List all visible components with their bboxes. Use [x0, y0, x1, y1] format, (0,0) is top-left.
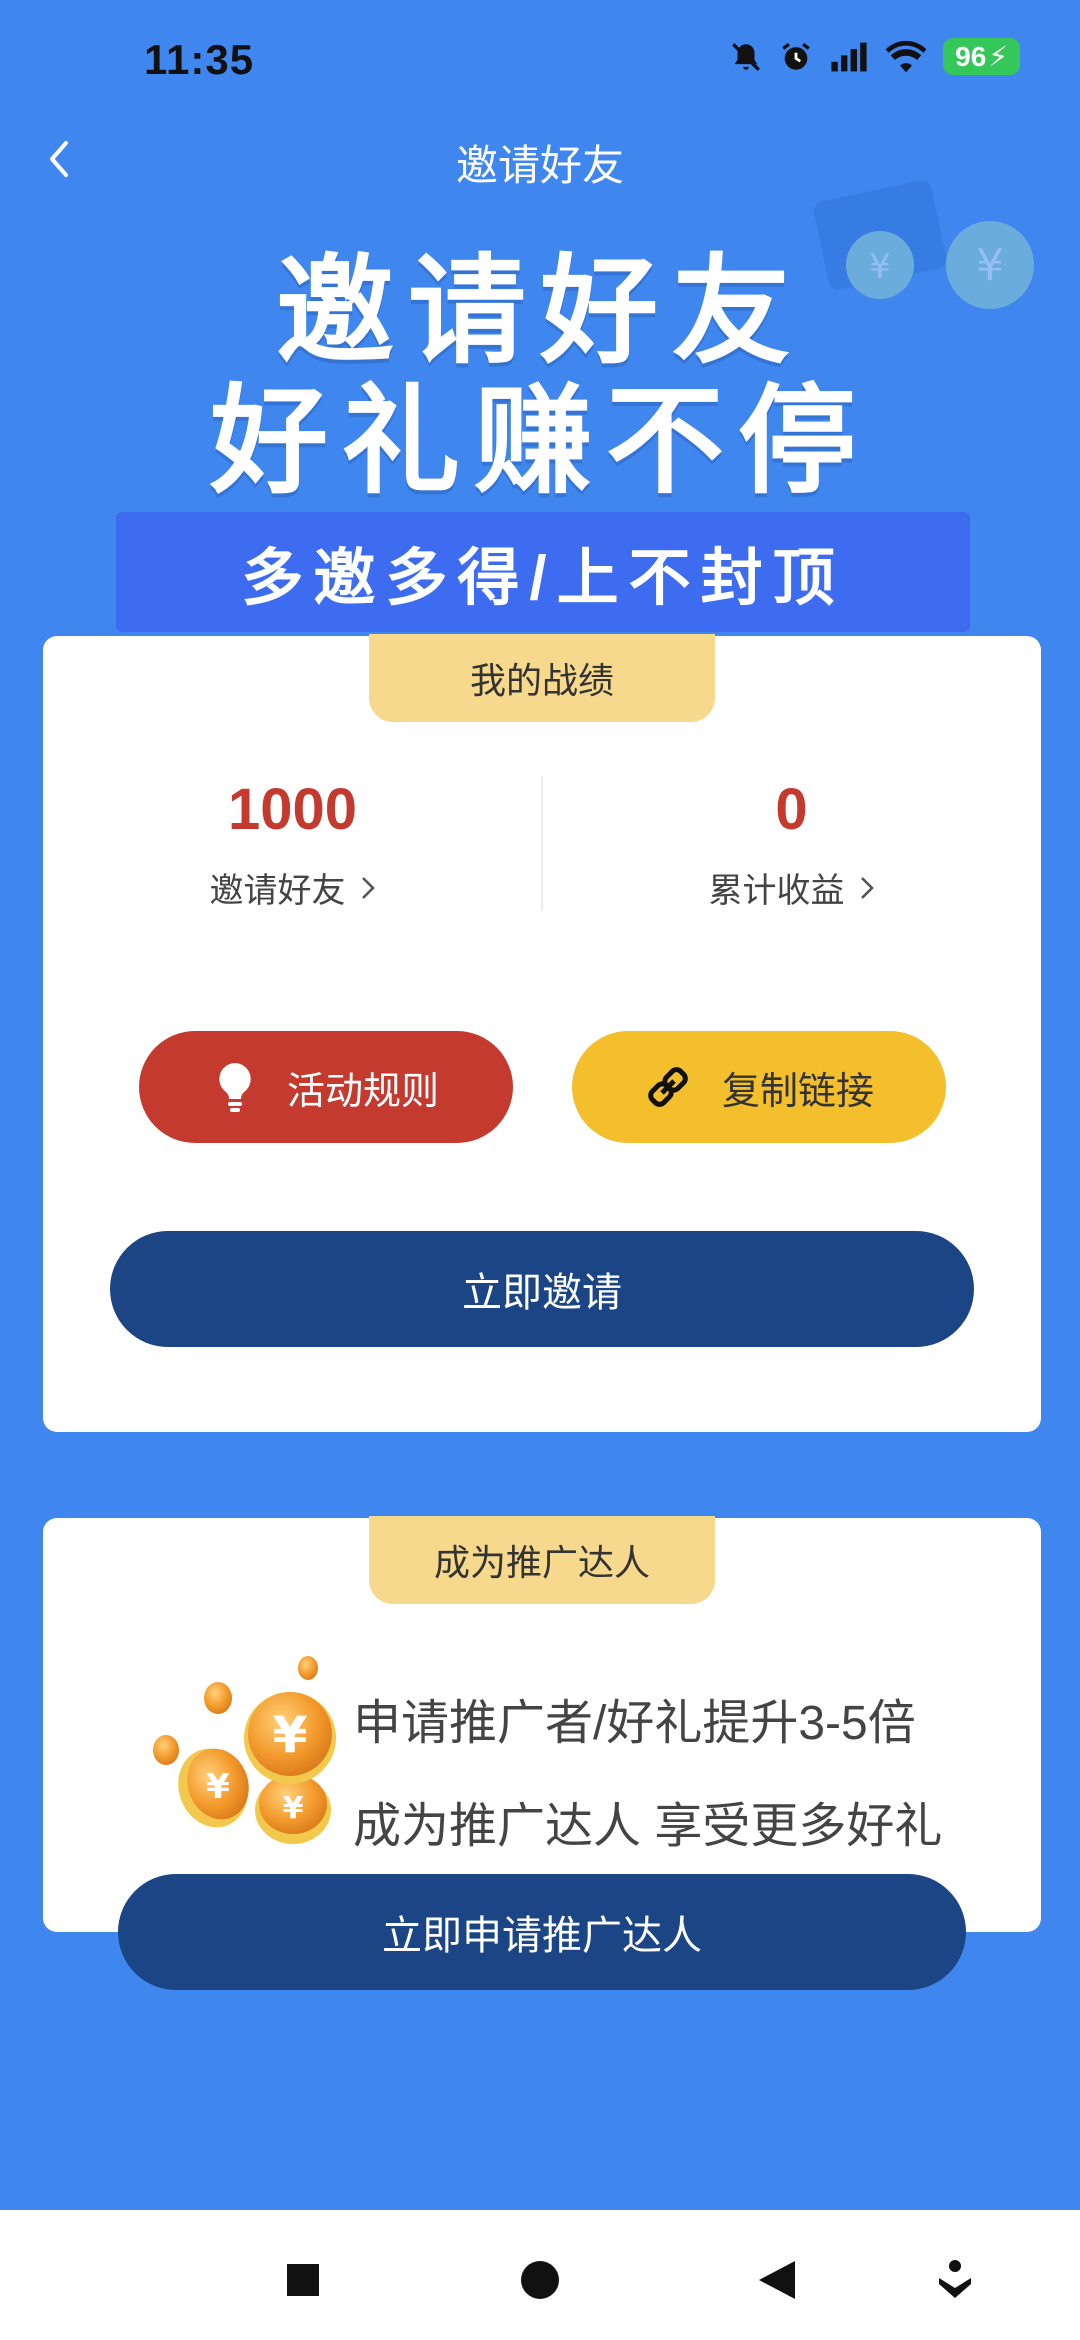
status-bar: 11:35 96 ⚡ [0, 0, 1080, 120]
gold-coins-icon: ¥ ¥ ¥ [153, 1656, 336, 1844]
activity-rules-label: 活动规则 [286, 1070, 439, 1113]
back-triangle-icon [759, 2261, 795, 2299]
back-nav-button[interactable] [752, 2255, 802, 2305]
accessibility-button[interactable] [930, 2255, 980, 2305]
svg-text:¥: ¥ [273, 1706, 308, 1764]
earnings-label: 累计收益 [708, 872, 845, 910]
copy-link-label: 复制链接 [721, 1070, 874, 1113]
hero-banner: 多邀多得/上不封顶 [116, 512, 970, 632]
alarm-icon [782, 42, 810, 70]
accessibility-icon [939, 2260, 971, 2298]
record-card: 我的战绩 1000 邀请好友 0 累计收益 活动规则 复制链接 立即邀请 [43, 634, 1041, 1432]
chevron-right-icon [361, 876, 375, 899]
home-button[interactable] [515, 2255, 565, 2305]
svg-text:¥: ¥ [206, 1767, 230, 1807]
hero-subtitle: 好礼赚不停 [209, 376, 870, 508]
charging-bolt-icon: ⚡ [988, 41, 1008, 72]
apply-promoter-button[interactable]: 立即申请推广达人 [118, 1874, 966, 1990]
status-icons: 96 ⚡ [729, 38, 1020, 75]
banner-text: 多邀多得/上不封顶 [241, 544, 845, 613]
invited-friends-stat[interactable]: 1000 邀请好友 [43, 776, 542, 912]
copy-link-button[interactable]: 复制链接 [572, 1031, 946, 1143]
invited-label-row: 邀请好友 [43, 863, 542, 912]
earnings-label-row: 累计收益 [542, 863, 1041, 912]
total-earnings-stat[interactable]: 0 累计收益 [542, 776, 1041, 912]
promo-line-2: 成为推广达人 享受更多好礼 [353, 1800, 943, 1853]
activity-rules-button[interactable]: 活动规则 [139, 1031, 513, 1143]
home-circle-icon [521, 2261, 559, 2299]
earnings-value: 0 [775, 777, 808, 842]
signal-icon [831, 42, 867, 71]
system-nav-bar [0, 2210, 1080, 2340]
recents-square-icon [287, 2264, 319, 2296]
promoter-card: 成为推广达人 ¥ ¥ ¥ 申请推广者/好礼提升3-5倍 成为推广达人 享受更多好… [43, 1516, 1041, 1932]
wifi-icon [885, 40, 927, 72]
promoter-tab-label: 成为推广达人 [369, 1516, 715, 1604]
invite-now-button[interactable]: 立即邀请 [110, 1231, 974, 1347]
chevron-right-icon [860, 876, 874, 899]
svg-text:¥: ¥ [283, 1791, 304, 1826]
link-icon [648, 1067, 688, 1107]
apply-promoter-label: 立即申请推广达人 [382, 1914, 702, 1958]
app-screen: 11:35 96 ⚡ 邀请好友 ¥ ¥ 邀请好友 好礼赚不停 多邀多得/上不封顶… [0, 0, 1080, 2340]
recents-button[interactable] [278, 2255, 328, 2305]
battery-icon: 96 ⚡ [943, 38, 1020, 75]
mute-bell-icon [732, 42, 761, 71]
invited-label: 邀请好友 [209, 872, 346, 910]
lightbulb-icon [219, 1063, 251, 1112]
battery-level: 96 [955, 40, 987, 72]
status-time: 11:35 [144, 36, 255, 83]
promo-line-1: 申请推广者/好礼提升3-5倍 [353, 1697, 916, 1750]
invited-count: 1000 [227, 777, 358, 842]
record-tab-label: 我的战绩 [369, 634, 715, 722]
invite-now-label: 立即邀请 [462, 1271, 622, 1315]
